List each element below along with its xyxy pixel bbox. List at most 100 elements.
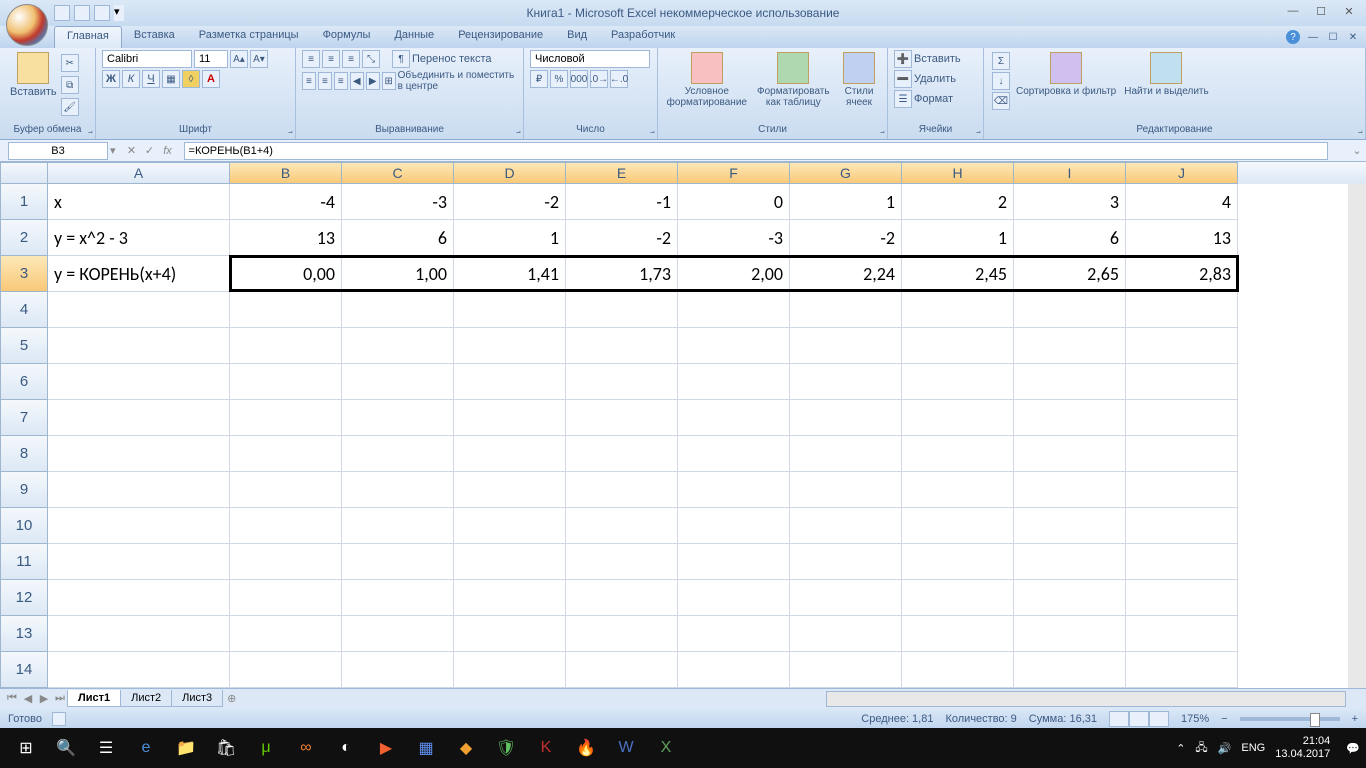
cell-i2[interactable]: 6 [1014,220,1126,256]
cell[interactable] [342,364,454,400]
increase-indent-icon[interactable]: ▶ [366,72,380,90]
cell-a3[interactable]: y = КОРЕНЬ(x+4) [48,256,230,292]
col-header-d[interactable]: D [454,162,566,184]
tab-data[interactable]: Данные [382,26,446,48]
tab-formulas[interactable]: Формулы [311,26,383,48]
app-icon-5[interactable]: 🛡 [486,728,526,768]
cell-d1[interactable]: -2 [454,184,566,220]
formula-bar[interactable]: =КОРЕНЬ(B1+4) [184,142,1328,160]
cell[interactable] [342,616,454,652]
cell[interactable] [342,400,454,436]
app-icon-6[interactable]: 🔥 [566,728,606,768]
percent-icon[interactable]: % [550,70,568,88]
cell[interactable] [1126,544,1238,580]
app-icon-4[interactable]: ◆ [446,728,486,768]
format-painter-icon[interactable]: 🖌 [61,98,79,116]
cell[interactable] [790,328,902,364]
edge-icon[interactable]: e [126,728,166,768]
cell[interactable] [1014,580,1126,616]
cell[interactable] [566,580,678,616]
app-icon[interactable]: ∞ [286,728,326,768]
first-sheet-icon[interactable]: ⏮ [4,691,20,707]
sheet-tab-2[interactable]: Лист2 [120,690,172,707]
cell[interactable] [1014,616,1126,652]
copy-icon[interactable]: ⧉ [61,76,79,94]
cell[interactable] [1014,292,1126,328]
cell[interactable] [902,544,1014,580]
notifications-icon[interactable]: 💬 [1346,742,1360,755]
row-header-9[interactable]: 9 [0,472,48,508]
border-icon[interactable]: ▦ [162,70,180,88]
cell[interactable] [902,292,1014,328]
fill-icon[interactable]: ↓ [992,72,1010,90]
grow-font-icon[interactable]: A▴ [230,50,248,68]
name-box[interactable]: B3 [8,142,108,160]
row-header-8[interactable]: 8 [0,436,48,472]
select-all-corner[interactable] [0,162,48,184]
cell[interactable] [454,544,566,580]
col-header-c[interactable]: C [342,162,454,184]
cell[interactable] [48,616,230,652]
cell[interactable] [454,472,566,508]
view-layout-icon[interactable] [1129,711,1149,727]
macro-record-icon[interactable] [52,712,66,726]
cell[interactable] [230,580,342,616]
cell[interactable] [1126,400,1238,436]
row-header-2[interactable]: 2 [0,220,48,256]
cell[interactable] [48,292,230,328]
cell[interactable] [678,580,790,616]
cell[interactable] [1126,580,1238,616]
view-normal-icon[interactable] [1109,711,1129,727]
row-header-7[interactable]: 7 [0,400,48,436]
cell[interactable] [454,508,566,544]
cell[interactable] [566,652,678,688]
cell[interactable] [1014,472,1126,508]
merge-label[interactable]: Объединить и поместить в центре [398,70,517,92]
tray-clock[interactable]: 21:04 13.04.2017 [1275,735,1336,761]
minimize-button[interactable]: — [1280,2,1306,20]
cell-f2[interactable]: -3 [678,220,790,256]
cell[interactable] [342,652,454,688]
italic-icon[interactable]: К [122,70,140,88]
cell[interactable] [566,508,678,544]
col-header-g[interactable]: G [790,162,902,184]
delete-cells-icon[interactable]: ➖ [894,70,912,88]
cell[interactable] [566,400,678,436]
close-button[interactable]: ✕ [1336,2,1362,20]
cell[interactable] [48,328,230,364]
cell-d3[interactable]: 1,41 [454,256,566,292]
cell-b2[interactable]: 13 [230,220,342,256]
cell[interactable] [678,544,790,580]
cell[interactable] [902,616,1014,652]
cell[interactable] [678,436,790,472]
conditional-formatting-button[interactable]: Условное форматирование [664,50,750,110]
cell[interactable] [566,292,678,328]
cell[interactable] [790,364,902,400]
cell-g3[interactable]: 2,24 [790,256,902,292]
fill-color-icon[interactable]: ◊ [182,70,200,88]
cell-i3[interactable]: 2,65 [1014,256,1126,292]
prev-sheet-icon[interactable]: ◀ [20,691,36,707]
tray-network-icon[interactable]: 🖧 [1195,739,1207,758]
zoom-level[interactable]: 175% [1181,713,1209,725]
cell[interactable] [230,616,342,652]
app-icon-2[interactable]: ▶ [366,728,406,768]
underline-icon[interactable]: Ч [142,70,160,88]
cell[interactable] [566,364,678,400]
cell[interactable] [1126,472,1238,508]
explorer-icon[interactable]: 📁 [166,728,206,768]
cell[interactable] [902,436,1014,472]
decrease-decimal-icon[interactable]: ←.0 [610,70,628,88]
cell[interactable] [678,328,790,364]
vertical-scrollbar[interactable] [1348,184,1366,688]
expand-formula-bar-icon[interactable]: ⌄ [1348,144,1366,157]
cell-j2[interactable]: 13 [1126,220,1238,256]
new-sheet-icon[interactable]: ⊕ [227,692,236,705]
cell[interactable] [678,292,790,328]
cell[interactable] [1126,364,1238,400]
tab-view[interactable]: Вид [555,26,599,48]
zoom-in-icon[interactable]: + [1352,713,1358,725]
cell[interactable] [902,364,1014,400]
merge-icon[interactable]: ⊞ [382,72,396,90]
cell[interactable] [566,328,678,364]
